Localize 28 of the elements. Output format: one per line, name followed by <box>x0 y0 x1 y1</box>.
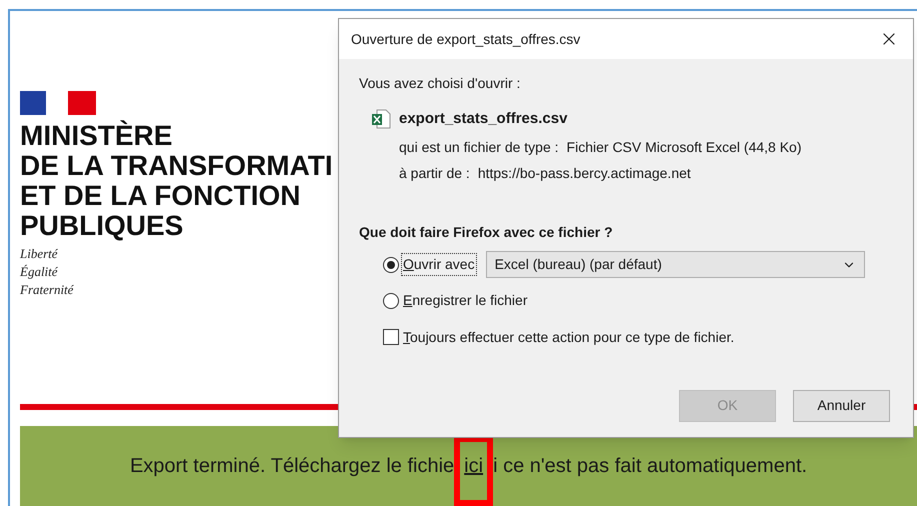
download-link[interactable]: ici <box>464 451 484 481</box>
dialog-title: Ouverture de export_stats_offres.csv <box>351 30 580 49</box>
ministry-title-line: DE LA TRANSFORMATI <box>20 151 333 181</box>
ministry-title-line: ET DE LA FONCTION <box>20 181 301 211</box>
question-text: Que doit faire Firefox avec ce fichier ? <box>359 222 614 242</box>
banner-text: Export terminé. Téléchargez le fichie <box>130 454 454 479</box>
checkbox-label[interactable]: Toujours effectuer cette action pour ce type de fichier. <box>403 326 734 348</box>
motto-text: Égalité <box>20 263 58 281</box>
spreadsheet-file-icon <box>371 109 391 130</box>
detail-value: https://bo-pass.bercy.actimage.net <box>478 164 691 183</box>
ministry-title-line: PUBLIQUES <box>20 211 184 241</box>
intro-text: Vous avez choisi d'ouvrir : <box>359 74 522 93</box>
checkbox[interactable] <box>383 329 399 345</box>
detail-label: qui est un fichier de type : <box>399 138 559 157</box>
motto-text: Liberté <box>20 245 58 263</box>
detail-value: Fichier CSV Microsoft Excel (44,8 Ko) <box>566 138 802 157</box>
file-name: export_stats_offres.csv <box>399 109 568 129</box>
ministry-title-line: MINISTÈRE <box>20 121 172 151</box>
banner-text: i ce n'est pas fait automatiquement. <box>493 454 808 479</box>
detail-label: à partir de : <box>399 164 470 183</box>
radio-label[interactable]: Enregistrer le fichier <box>402 290 528 311</box>
dialog-button[interactable]: Annuler <box>793 390 890 422</box>
radio-button[interactable] <box>383 256 399 272</box>
radio-label[interactable]: Ouvrir avec <box>402 254 476 275</box>
radio-button[interactable] <box>383 292 399 308</box>
flag-logo-icon <box>20 89 96 117</box>
app-select[interactable]: Excel (bureau) (par défaut) <box>486 251 865 278</box>
motto-text: Fraternité <box>20 281 74 299</box>
